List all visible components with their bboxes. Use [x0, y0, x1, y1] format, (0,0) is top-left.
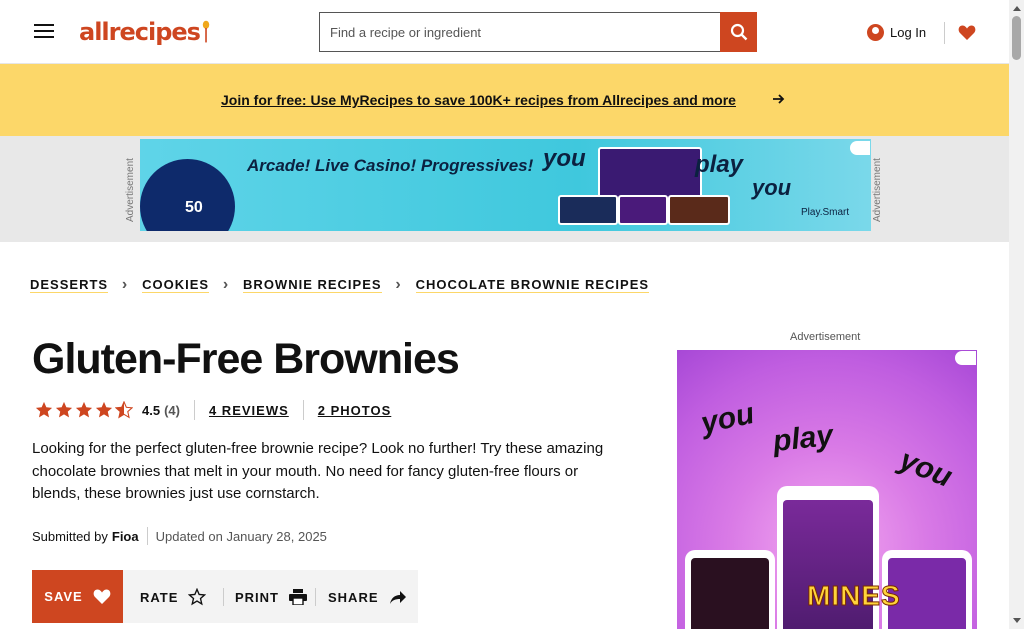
recipe-actions: SAVE RATE PRINT SHARE	[32, 570, 418, 623]
side-ad-you: you	[698, 396, 758, 441]
save-label: SAVE	[44, 589, 83, 604]
breadcrumb-brownie-recipes[interactable]: BROWNIE RECIPES	[243, 277, 382, 293]
print-label: PRINT	[235, 589, 279, 605]
search-button[interactable]	[720, 12, 757, 52]
ad-you-text: you	[543, 145, 586, 172]
rate-label: RATE	[140, 589, 179, 605]
reviews-link[interactable]: 4 REVIEWS	[209, 403, 289, 418]
login-label: Log In	[890, 24, 927, 40]
heart-icon	[958, 25, 976, 40]
search-bar	[319, 12, 759, 52]
half-star-icon[interactable]	[114, 400, 134, 420]
divider	[146, 527, 148, 545]
casino-ad-banner[interactable]: 50 Arcade! Live Casino! Progressives! yo…	[140, 139, 871, 231]
rating-count: (4)	[164, 402, 180, 418]
print-button[interactable]: PRINT	[235, 583, 307, 611]
scroll-up-arrow[interactable]	[1013, 6, 1021, 11]
ad-badge-circle	[140, 159, 235, 231]
adchoices-icon[interactable]	[955, 351, 976, 365]
ad-label-left: Advertisement	[125, 158, 136, 222]
search-icon	[730, 23, 747, 41]
breadcrumb-cookies[interactable]: COOKIES	[142, 277, 210, 293]
divider	[302, 400, 304, 420]
side-ad-game-name: MINES	[807, 580, 901, 612]
ad-brand: Play.Smart	[801, 207, 850, 218]
side-casino-ad[interactable]: you play you MINES	[677, 350, 977, 629]
divider	[223, 588, 224, 606]
star-icon[interactable]	[54, 400, 74, 420]
star-icon[interactable]	[34, 400, 54, 420]
photos-link[interactable]: 2 PHOTOS	[318, 403, 392, 418]
ad-game-card	[618, 195, 668, 225]
chevron-right-icon: ›	[395, 276, 402, 293]
chevron-right-icon: ›	[121, 276, 129, 293]
login-button[interactable]: Log In	[867, 18, 933, 46]
chevron-right-icon: ›	[222, 276, 230, 293]
ad-tagline: Arcade! Live Casino! Progressives!	[247, 156, 534, 175]
page: allrecipes Log In J	[0, 0, 1024, 629]
star-rating[interactable]	[34, 400, 134, 420]
divider	[193, 400, 195, 420]
star-icon[interactable]	[94, 400, 114, 420]
divider	[315, 588, 316, 606]
ad-game-card	[558, 195, 618, 225]
menu-button[interactable]	[30, 18, 58, 44]
logo-text: allrecipes	[79, 18, 201, 46]
user-icon	[867, 23, 884, 41]
adchoices-icon[interactable]	[850, 141, 870, 155]
author-link[interactable]: Fioa	[112, 529, 139, 544]
share-button[interactable]: SHARE	[328, 583, 407, 611]
search-input[interactable]	[319, 12, 720, 52]
rating-row: 4.5 (4) 4 REVIEWS 2 PHOTOS	[34, 398, 391, 422]
star-outline-icon	[188, 588, 207, 606]
ad-label-right: Advertisement	[872, 158, 883, 222]
printer-icon	[289, 589, 307, 605]
star-icon[interactable]	[74, 400, 94, 420]
rate-button[interactable]: RATE	[140, 583, 207, 611]
myrecipes-promo-link[interactable]: Join for free: Use MyRecipes to save 100…	[221, 88, 757, 112]
share-label: SHARE	[328, 589, 379, 605]
ad-play-text: play	[695, 151, 744, 178]
side-ad-label: Advertisement	[790, 331, 861, 343]
ad-you-text-2: you	[752, 175, 792, 200]
scrollbar[interactable]	[1009, 0, 1024, 629]
share-arrow-icon	[389, 591, 406, 604]
rating-value[interactable]: 4.5	[142, 403, 160, 418]
phone-mockup	[685, 550, 775, 629]
breadcrumb: DESSERTS › COOKIES › BROWNIE RECIPES › C…	[30, 273, 650, 297]
phone-screen	[691, 558, 769, 629]
submitted-by-label: Submitted by	[32, 528, 108, 544]
side-ad-you-2: you	[894, 443, 957, 494]
spoon-icon	[202, 20, 210, 43]
side-ad-play: play	[771, 418, 835, 459]
site-header: allrecipes Log In	[0, 0, 1009, 64]
arrow-right-icon	[773, 94, 785, 104]
heart-icon	[93, 589, 111, 604]
byline: Submitted by Fioa Updated on January 28,…	[32, 526, 327, 546]
breadcrumb-desserts[interactable]: DESSERTS	[30, 277, 109, 293]
scrollbar-thumb[interactable]	[1012, 16, 1021, 60]
saved-recipes-button[interactable]	[955, 18, 979, 46]
allrecipes-logo[interactable]: allrecipes	[79, 14, 210, 50]
ad-game-card	[668, 195, 730, 225]
scroll-down-arrow[interactable]	[1013, 618, 1021, 623]
breadcrumb-chocolate-brownie-recipes[interactable]: CHOCOLATE BROWNIE RECIPES	[415, 277, 650, 293]
save-button[interactable]: SAVE	[32, 570, 123, 623]
promo-arrow-button[interactable]	[769, 86, 789, 112]
hamburger-icon	[34, 24, 54, 38]
page-title: Gluten-Free Brownies	[32, 335, 460, 383]
header-divider	[944, 22, 945, 44]
updated-date: Updated on January 28, 2025	[155, 528, 327, 544]
ad-badge-text: 50	[185, 199, 203, 216]
recipe-description: Looking for the perfect gluten-free brow…	[32, 440, 604, 502]
